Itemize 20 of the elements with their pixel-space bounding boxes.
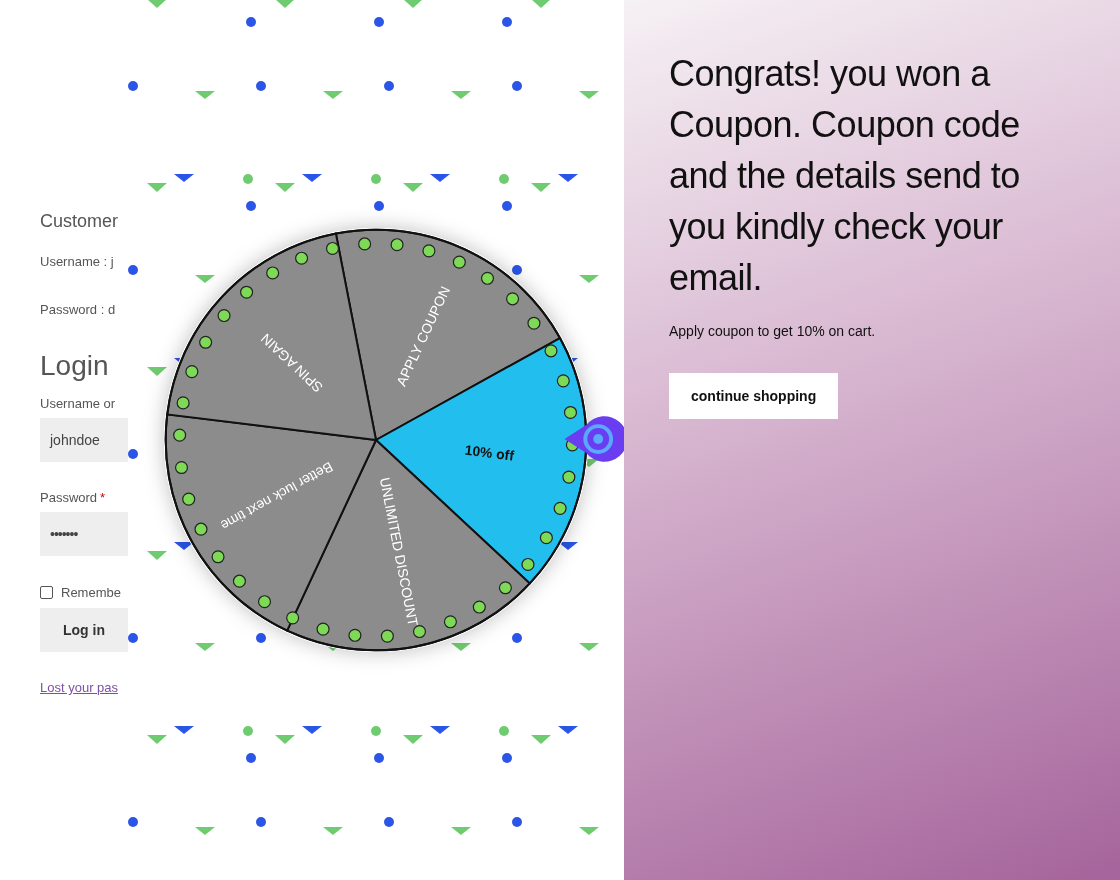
lost-password-link[interactable]: Lost your pas xyxy=(40,680,128,695)
required-mark: * xyxy=(100,490,106,506)
field-label: Password xyxy=(40,490,98,506)
password-field[interactable]: ••••••• xyxy=(40,512,128,556)
info-text: Username : j xyxy=(40,254,115,270)
wheel-drawing[interactable] xyxy=(163,227,589,653)
continue-shopping-button[interactable]: continue shopping xyxy=(669,373,839,419)
info-text: Password : d xyxy=(40,302,117,318)
section-title: Customer xyxy=(40,210,120,233)
login-button[interactable]: Log in xyxy=(40,608,128,652)
remember-checkbox[interactable] xyxy=(40,585,53,599)
field-label: Username or xyxy=(40,396,117,412)
coupon-text: Apply coupon to get 10% on cart. xyxy=(669,323,877,339)
congrats-heading: Congrats! you won a Coupon. Coupon code and the details send to you kindly check your email. xyxy=(669,52,1021,300)
username-field[interactable]: johndoe xyxy=(40,418,128,462)
checkbox-label: Remembe xyxy=(61,584,121,600)
segment-label: 10% off xyxy=(463,441,515,464)
segment-label: UNLIMITED DISCOUNT xyxy=(376,476,422,628)
login-heading: Login xyxy=(40,349,110,383)
pointer-icon xyxy=(564,416,624,462)
